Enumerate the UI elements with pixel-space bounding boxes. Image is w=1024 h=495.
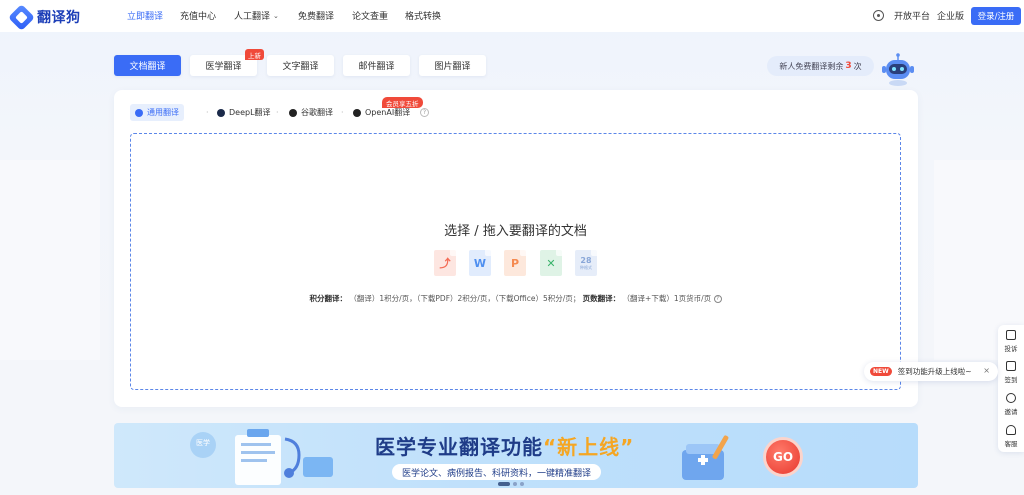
- sidebar-item-service[interactable]: 客服: [998, 425, 1024, 448]
- credit-label: 积分翻译：: [309, 294, 347, 303]
- more-formats-icon: 28 种格式: [575, 250, 597, 276]
- banner-go-button[interactable]: GO: [763, 437, 803, 477]
- banner-title-text: 医学专业翻译功能: [375, 435, 543, 459]
- credit-text: （翻译）1积分/页，（下载PDF）2积分/页，（下载Office）5积分/页；: [349, 294, 581, 303]
- google-icon: [289, 108, 297, 117]
- pricing-info: 积分翻译： （翻译）1积分/页，（下载PDF）2积分/页，（下载Office）5…: [130, 293, 901, 304]
- sidebar-item-complaint[interactable]: 投诉: [998, 330, 1024, 353]
- format-count-label: 种格式: [580, 264, 592, 270]
- nav-label: 充值中心: [180, 12, 217, 22]
- carousel-dot[interactable]: [513, 482, 517, 486]
- checkin-toast[interactable]: NEW 签到功能升级上线啦~ ×: [864, 362, 998, 381]
- banner-title-highlight: “新上线”: [543, 435, 635, 459]
- word-glyph: W: [473, 256, 487, 270]
- ppt-icon: P: [504, 250, 526, 276]
- deepl-icon: [217, 108, 225, 117]
- carousel-indicator[interactable]: [498, 482, 524, 486]
- invite-icon: [1006, 393, 1016, 403]
- top-navbar: 翻译狗 立即翻译 充值中心 人工翻译 ⌄ 免费翻译 论文查重 格式转换 开放平台 …: [0, 0, 1024, 32]
- nav-label: 格式转换: [405, 12, 442, 22]
- format-count: 28: [580, 255, 592, 265]
- banner-deco-label: 医学: [196, 439, 210, 447]
- page-label: 页数翻译：: [582, 294, 621, 303]
- checkin-icon: [1006, 361, 1016, 371]
- excel-glyph: ✕: [546, 256, 556, 270]
- background-decoration: [0, 160, 100, 360]
- new-badge: NEW: [870, 367, 892, 376]
- nav-item-translate-now[interactable]: 立即翻译: [127, 9, 163, 22]
- nav-label: 论文查重: [352, 12, 389, 22]
- chevron-down-icon: ⌄: [273, 11, 279, 20]
- sidebar-label: 邀请: [1004, 408, 1018, 416]
- new-badge: 上新: [245, 49, 264, 60]
- separator: ·: [341, 108, 344, 117]
- banner-title: 医学专业翻译功能“新上线”: [375, 431, 634, 460]
- medicine-kit-illustration: [682, 435, 729, 480]
- nav-label: 企业版: [937, 12, 965, 22]
- nav-label: 人工翻译: [234, 12, 271, 22]
- free-quota-prefix: 新人免费翻译剩余: [779, 61, 844, 71]
- nav-item-free-translation[interactable]: 免费翻译: [298, 9, 334, 22]
- nav-item-recharge[interactable]: 充值中心: [180, 9, 216, 22]
- nav-label: 开放平台: [894, 12, 931, 22]
- login-register-button[interactable]: 登录/注册: [971, 7, 1021, 25]
- ppt-glyph: P: [510, 256, 520, 270]
- nav-item-plagiarism-check[interactable]: 论文查重: [352, 9, 388, 22]
- engine-label: 谷歌翻译: [301, 108, 333, 117]
- sidebar-label: 客服: [1004, 440, 1018, 448]
- dropzone-title[interactable]: 选择 / 拖入要翻译的文档: [130, 220, 901, 239]
- carousel-dot-active[interactable]: [498, 482, 510, 486]
- service-icon: [1006, 425, 1016, 435]
- engine-label: 通用翻译: [147, 108, 179, 117]
- logo-icon: [8, 3, 35, 31]
- nav-item-format-convert[interactable]: 格式转换: [405, 9, 441, 22]
- info-icon[interactable]: ?: [420, 108, 429, 117]
- excel-icon: ✕: [540, 250, 562, 276]
- word-icon: W: [469, 250, 491, 276]
- sidebar-item-checkin[interactable]: 签到: [998, 361, 1024, 384]
- tab-text-translation[interactable]: 文字翻译: [267, 55, 334, 76]
- pdf-icon: ⤴: [434, 250, 456, 276]
- general-engine-icon: [135, 108, 143, 117]
- engine-google[interactable]: 谷歌翻译: [284, 104, 338, 121]
- separator: ·: [276, 108, 279, 117]
- sidebar-item-invite[interactable]: 邀请: [998, 393, 1024, 416]
- member-discount-badge: 会员享五折: [382, 97, 423, 108]
- complaint-icon: [1006, 330, 1016, 340]
- robot-mascot-icon: [882, 53, 914, 86]
- brand-name: 翻译狗: [37, 10, 81, 26]
- engine-label: OpenAI翻译: [365, 108, 411, 117]
- engine-general[interactable]: 通用翻译: [130, 104, 184, 121]
- nav-label: 免费翻译: [298, 12, 335, 22]
- engine-deepl[interactable]: DeepL翻译: [212, 104, 276, 121]
- banner-subtitle: 医学论文、病例报告、科研资料，一键精准翻译: [392, 464, 602, 480]
- help-icon[interactable]: ?: [713, 295, 722, 303]
- nav-label: 立即翻译: [127, 12, 164, 22]
- engine-label: DeepL翻译: [229, 108, 271, 117]
- openai-icon: [353, 108, 361, 117]
- free-quota-count: 3: [845, 61, 852, 71]
- brand-logo[interactable]: 翻译狗: [8, 3, 81, 31]
- page-text: （翻译+下载）1页货币/页: [622, 294, 712, 303]
- nav-item-open-platform[interactable]: 开放平台: [894, 9, 930, 22]
- free-quota-notice: 新人免费翻译剩余 3 次: [767, 56, 874, 76]
- tab-email-translation[interactable]: 邮件翻译: [343, 55, 410, 76]
- nav-item-enterprise[interactable]: 企业版: [937, 9, 964, 22]
- nav-item-human-translation[interactable]: 人工翻译 ⌄: [234, 9, 279, 23]
- medical-document-illustration: [190, 429, 333, 485]
- sidebar-label: 签到: [1004, 376, 1018, 384]
- toast-text: 签到功能升级上线啦~: [897, 367, 972, 376]
- tab-image-translation[interactable]: 图片翻译: [419, 55, 486, 76]
- tab-document-translation[interactable]: 文档翻译: [114, 55, 181, 76]
- separator: ·: [206, 108, 209, 117]
- free-quota-suffix: 次: [853, 61, 862, 71]
- carousel-dot[interactable]: [520, 482, 524, 486]
- palette-icon[interactable]: [873, 10, 884, 21]
- sidebar-label: 投诉: [1004, 345, 1018, 353]
- close-icon[interactable]: ×: [983, 366, 990, 375]
- pdf-glyph: ⤴: [439, 257, 451, 270]
